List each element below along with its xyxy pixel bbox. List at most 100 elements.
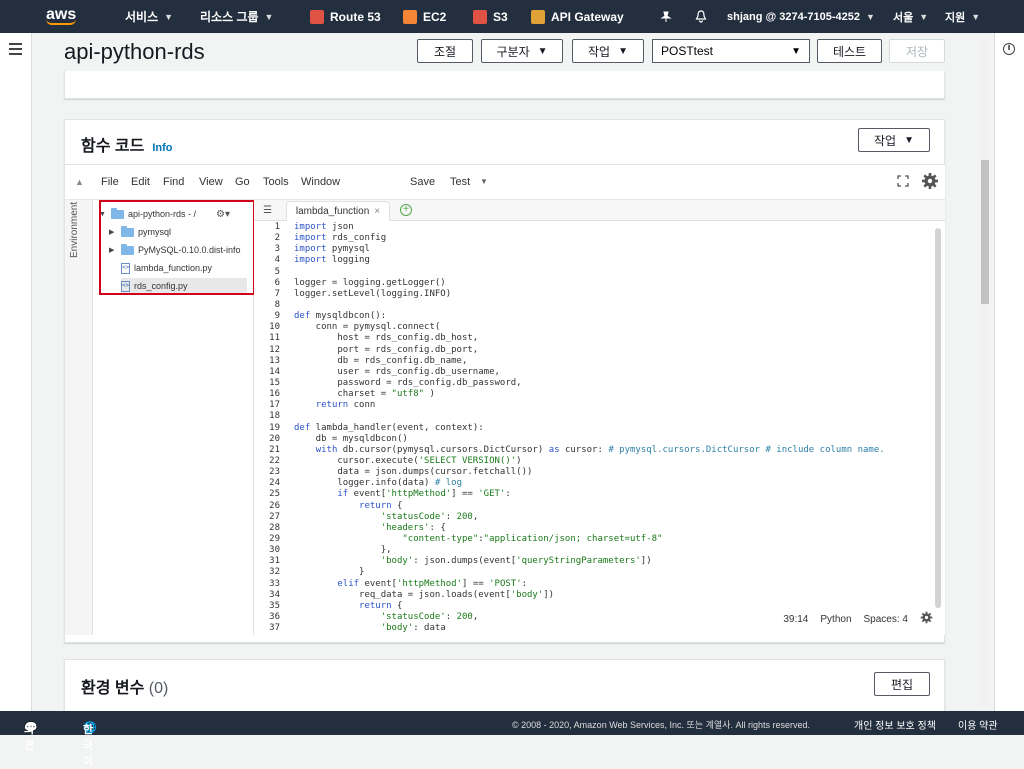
code-line: user = rds_config.db_username, — [294, 366, 500, 377]
environment-tab[interactable]: Environment — [65, 200, 93, 635]
chevron-down-icon: ▼ — [164, 11, 174, 22]
test-button[interactable]: 테스트 — [817, 39, 882, 63]
tab-list-icon[interactable]: ☰ — [263, 205, 272, 216]
pinned-label: API Gateway — [551, 9, 624, 24]
support-label: 지원 — [945, 11, 966, 24]
code-actions-button[interactable]: 작업 ▼ — [858, 128, 930, 152]
close-icon[interactable]: × — [374, 206, 380, 217]
editor-tab-bar: ☰ lambda_function × + — [254, 200, 945, 221]
menu-find[interactable]: Find — [163, 176, 184, 188]
ide-test-button[interactable]: Test — [450, 176, 470, 188]
throttle-button[interactable]: 조절 — [417, 39, 473, 63]
menu-go[interactable]: Go — [235, 176, 250, 188]
code-actions-label: 작업 — [874, 133, 897, 148]
menu-view[interactable]: View — [199, 176, 223, 188]
menu-window[interactable]: Window — [301, 176, 340, 188]
code-line: def lambda_handler(event, context): — [294, 422, 484, 433]
save-button[interactable]: 저장 — [889, 39, 945, 63]
ide-menu-bar: ▲ File Edit Find View Go Tools Window Sa… — [65, 165, 945, 199]
line-number: 30 — [269, 545, 280, 556]
line-number: 8 — [274, 299, 280, 310]
terms-link[interactable]: 이용 약관 — [958, 717, 998, 732]
menu-edit[interactable]: Edit — [131, 176, 150, 188]
editor-tab[interactable]: lambda_function × — [286, 201, 390, 221]
line-number: 4 — [274, 255, 280, 266]
highlight-box — [99, 200, 255, 295]
designer-panel-bottom — [64, 71, 945, 99]
cloud9-ide: ▲ File Edit Find View Go Tools Window Sa… — [65, 164, 945, 635]
region-menu[interactable]: 서울 ▼ — [893, 0, 928, 33]
scrollbar-thumb[interactable] — [981, 160, 989, 304]
page-title: api-python-rds — [64, 39, 205, 64]
menu-tools[interactable]: Tools — [263, 176, 289, 188]
pinned-label: Route 53 — [330, 9, 381, 24]
editor-tab-label: lambda_function — [295, 206, 370, 217]
function-code-title: 함수 코드 — [81, 138, 145, 155]
new-tab-plus-icon[interactable]: + — [400, 204, 412, 216]
code-line: charset = "utf8" ) — [294, 389, 435, 400]
qualifiers-label: 구분자 — [496, 44, 530, 59]
code-text[interactable]: import json import rds_config import pymys… — [294, 222, 934, 634]
editor-scrollbar[interactable] — [935, 228, 941, 608]
hamburger-menu-icon[interactable] — [9, 43, 22, 58]
code-area[interactable]: 1 2 3 4 5 6 7 8 9 10 11 12 13 14 15 16 17 18 19 20 21 22 23 24 2… — [254, 222, 945, 635]
cursor-position: 39:14 — [783, 613, 809, 625]
throttle-label: 조절 — [433, 44, 457, 59]
collapse-up-icon[interactable]: ▲ — [75, 177, 84, 187]
language-mode[interactable]: Python — [820, 614, 851, 625]
resource-groups-menu[interactable]: 리소스 그룹 ▼ — [200, 0, 273, 33]
menu-file[interactable]: File — [101, 176, 119, 188]
main-content: api-python-rds 조절 구분자 ▼ 작업 ▼ POSTtest ▼ 테스트… — [33, 33, 994, 711]
status-gear-icon[interactable] — [920, 611, 933, 627]
privacy-link[interactable]: 개인 정보 보호 정책 — [854, 717, 936, 732]
fullscreen-icon[interactable] — [897, 175, 909, 190]
pin-shape-icon — [660, 11, 672, 22]
code-line: logger.info(data) # log — [294, 478, 462, 489]
line-number: 29 — [269, 533, 280, 544]
actions-button[interactable]: 작업 ▼ — [572, 39, 644, 63]
left-sidebar — [0, 33, 32, 711]
test-dropdown-caret-icon[interactable]: ▼ — [480, 177, 488, 186]
pinned-s3[interactable]: S3 — [473, 0, 508, 33]
pinned-ec2[interactable]: EC2 — [403, 0, 446, 33]
caret-down-icon: ▼ — [791, 45, 801, 57]
info-link[interactable]: Info — [152, 142, 172, 154]
code-line: return conn — [315, 400, 376, 411]
pinned-route53[interactable]: Route 53 — [310, 0, 381, 33]
pinned-label: S3 — [493, 9, 508, 24]
editor-status-bar: 39:14 Python Spaces: 4 — [783, 611, 933, 627]
qualifiers-button[interactable]: 구분자 ▼ — [481, 39, 563, 63]
code-line: }, — [294, 545, 392, 556]
support-menu[interactable]: 지원 ▼ — [945, 0, 980, 33]
code-editor: ☰ lambda_function × + 1 2 3 4 5 6 7 8 9 10 11 12 13 1… — [254, 200, 945, 635]
code-line: logger = logging.getLogger() — [294, 277, 446, 288]
indent-setting[interactable]: Spaces: 4 — [864, 614, 908, 625]
page-scrollbar[interactable] — [980, 40, 990, 706]
function-code-header: 함수 코드 Info — [81, 132, 173, 156]
info-icon[interactable]: i — [1003, 43, 1015, 55]
line-number: 22 — [269, 455, 280, 466]
edit-button[interactable]: 편집 — [874, 672, 930, 696]
code-line: if event['httpMethod'] == 'GET': — [337, 489, 511, 500]
code-line: return { — [359, 500, 403, 511]
test-event-select[interactable]: POSTtest ▼ — [652, 39, 810, 63]
pin-icon[interactable] — [660, 0, 672, 33]
bell-icon[interactable] — [695, 0, 707, 33]
code-line: 'body': json.dumps(event['queryStringPar… — [380, 556, 652, 567]
region-label: 서울 — [893, 11, 914, 24]
api-gateway-icon — [531, 9, 545, 24]
gear-icon[interactable] — [921, 172, 939, 193]
line-number: 10 — [269, 322, 280, 333]
ide-body: Environment ▼ api-python-rds - / ⚙▾ ▶ py… — [65, 199, 945, 635]
line-number: 28 — [269, 522, 280, 533]
line-number: 17 — [269, 400, 280, 411]
ide-save-button[interactable]: Save — [410, 176, 435, 188]
pinned-api-gateway[interactable]: API Gateway — [531, 0, 624, 33]
caret-down-icon: ▼ — [618, 45, 628, 57]
account-menu[interactable]: shjang @ 3274-7105-4252 ▼ — [727, 0, 875, 33]
account-label: shjang @ 3274-7105-4252 — [727, 10, 861, 23]
services-menu[interactable]: 서비스 ▼ — [125, 0, 173, 33]
aws-logo[interactable]: aws — [46, 0, 76, 33]
ec2-icon — [403, 9, 417, 24]
